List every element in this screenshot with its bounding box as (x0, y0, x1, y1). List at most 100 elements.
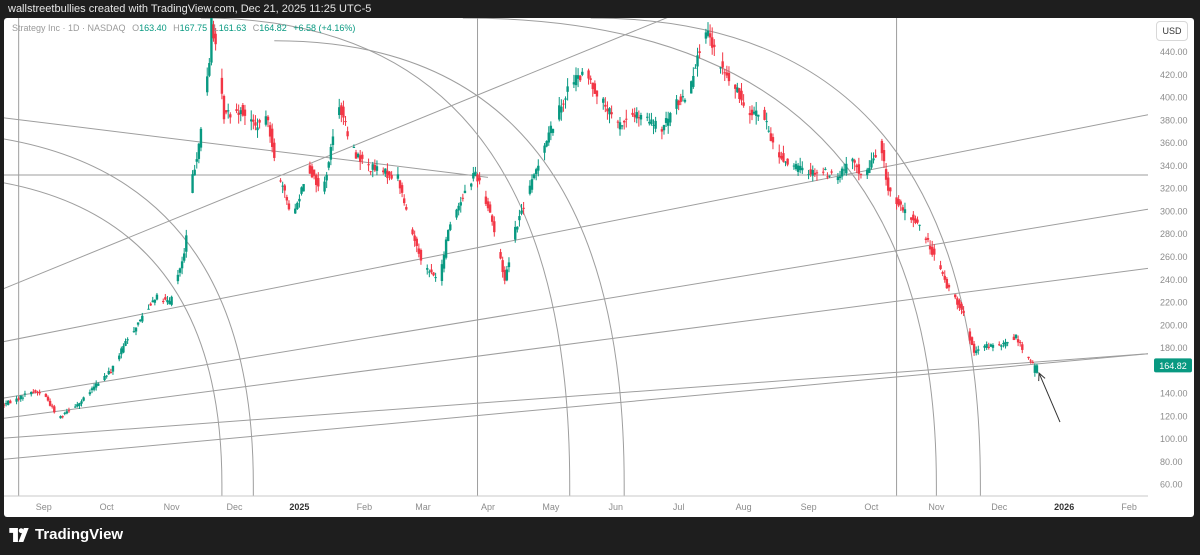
candle-down (432, 272, 435, 276)
y-tick-label: 400.00 (1160, 93, 1188, 103)
y-tick-label: 200.00 (1160, 320, 1188, 330)
candle-up (872, 158, 875, 161)
candle-down (369, 171, 372, 173)
candle-up (82, 397, 85, 401)
candle-down (941, 272, 944, 274)
candle-up (545, 141, 548, 147)
x-tick-label: Dec (991, 502, 1008, 512)
candle-down (895, 197, 898, 205)
candle-up (294, 208, 297, 214)
candle-up (30, 391, 33, 395)
x-tick-label: Sep (36, 502, 52, 512)
y-tick-label: 300.00 (1160, 206, 1188, 216)
candle-up (126, 339, 129, 341)
candle-up (1006, 342, 1009, 344)
candle-down (928, 245, 932, 250)
candle-down (270, 128, 274, 147)
candle-up (754, 110, 758, 116)
candle-up (195, 159, 198, 162)
candle-down (283, 185, 286, 191)
candle-up (132, 331, 136, 333)
candle-up (652, 124, 655, 126)
candle-down (1031, 362, 1034, 364)
chart-panel[interactable]: 60.00 80.00 100.00 120.00 140.00 180.00 200.00… (4, 18, 1194, 517)
candle-down (956, 298, 959, 305)
candle-down (430, 269, 433, 273)
candle-down (50, 405, 54, 407)
fan-arc (274, 40, 625, 496)
x-tick-label: 2026 (1054, 502, 1074, 512)
candle-down (924, 238, 928, 240)
candle-up (208, 63, 211, 76)
candle-down (162, 301, 165, 303)
candle-down (46, 396, 50, 401)
candle-down (748, 112, 752, 116)
candle-down (164, 297, 167, 300)
candle-down (310, 166, 314, 178)
candle-up (581, 71, 584, 75)
candle-down (67, 410, 71, 412)
y-tick-label: 120.00 (1160, 411, 1188, 421)
candle-up (428, 271, 431, 273)
candle-up (94, 383, 98, 388)
candle-up (694, 67, 697, 69)
candle-down (243, 109, 247, 116)
candle-up (811, 169, 814, 176)
currency-button[interactable]: USD (1156, 21, 1188, 41)
candle-up (516, 226, 519, 230)
last-price-label: 164.82 (1159, 361, 1187, 371)
candle-down (400, 185, 404, 193)
candle-up (620, 125, 624, 127)
candle-up (666, 118, 670, 126)
candle-up (1033, 365, 1037, 373)
candle-up (302, 184, 305, 192)
candle-up (977, 349, 980, 351)
candle-down (882, 150, 886, 162)
candle-up (449, 224, 452, 230)
candle-down (591, 82, 594, 90)
candle-down (254, 122, 257, 126)
candle-up (784, 161, 787, 163)
candle-up (639, 115, 643, 120)
candle-up (868, 167, 871, 174)
candle-up (648, 121, 651, 124)
y-tick-label: 100.00 (1160, 434, 1188, 444)
candle-up (551, 129, 555, 133)
candle-up (180, 261, 184, 269)
low-value: 161.63 (218, 23, 247, 33)
gann-drawing[interactable] (4, 18, 1148, 517)
price-chart[interactable]: 60.00 80.00 100.00 120.00 140.00 180.00 200.00… (4, 18, 1194, 517)
candle-up (396, 174, 400, 179)
candle-up (1014, 334, 1018, 339)
candle-up (170, 296, 173, 305)
x-tick-label: Nov (928, 502, 945, 512)
candle-up (840, 168, 844, 177)
candle-down (229, 114, 232, 118)
high-value: 167.75 (179, 23, 208, 33)
candle-down (32, 391, 35, 393)
candle-down (740, 90, 743, 101)
candle-up (455, 209, 458, 218)
candle-up (635, 112, 638, 119)
candle-down (493, 221, 496, 233)
candle-up (134, 327, 138, 332)
symbol-legend[interactable]: Strategy Inc · 1D · NASDAQ O163.40 H167.… (12, 23, 355, 33)
candle-down (910, 217, 913, 220)
candle-up (618, 122, 622, 130)
candle-down (604, 104, 607, 107)
candle-up (681, 96, 685, 98)
candle-up (1002, 342, 1005, 345)
y-tick-label: 80.00 (1160, 457, 1183, 467)
candle-down (346, 131, 349, 137)
candle-up (300, 187, 303, 194)
candle-up (838, 176, 842, 179)
y-tick-label: 140.00 (1160, 389, 1188, 399)
candle-up (704, 32, 708, 39)
candle-down (786, 158, 789, 165)
candle-up (264, 116, 268, 125)
candle-down (968, 331, 972, 341)
candle-up (155, 294, 159, 300)
candle-up (19, 395, 22, 400)
brand-logo[interactable]: TradingView (9, 526, 123, 543)
symbol-name[interactable]: Strategy Inc · 1D · NASDAQ (12, 23, 126, 33)
